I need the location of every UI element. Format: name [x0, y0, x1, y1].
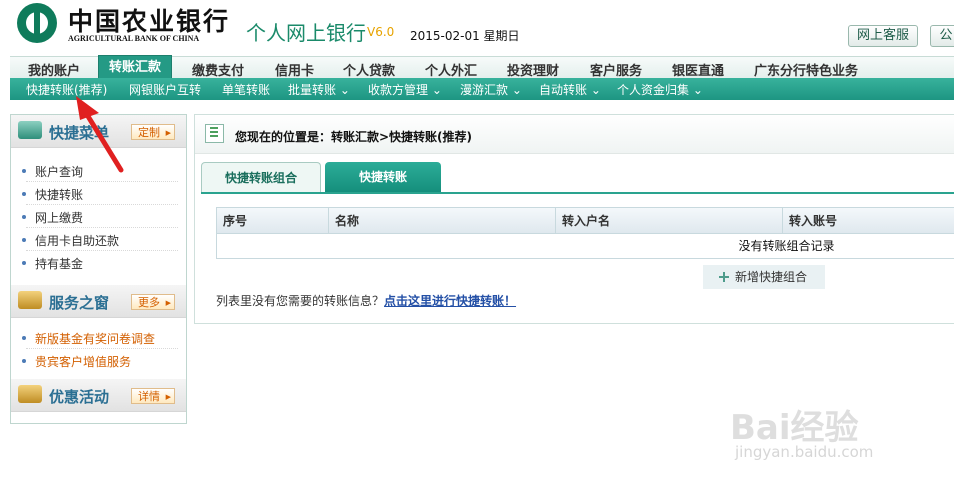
watermark-logo: Bai经验: [730, 408, 859, 448]
watermark-domain: jingyan.baidu.com: [735, 443, 874, 461]
